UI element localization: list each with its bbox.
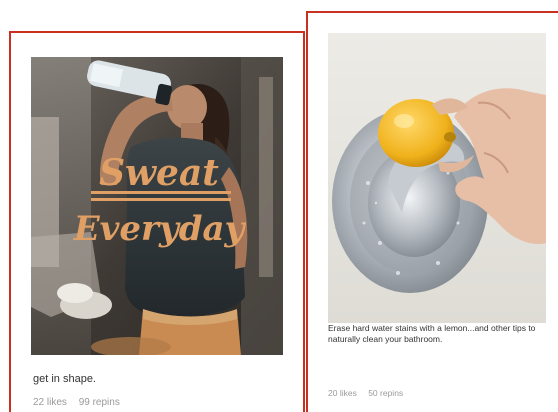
pin-stats: 22 likes 99 repins bbox=[33, 397, 120, 408]
lemon-faucet-photo bbox=[328, 33, 546, 323]
overlay-text-everyday: Everyday bbox=[73, 209, 247, 249]
pin-description: Erase hard water stains with a lemon...a… bbox=[328, 323, 536, 344]
likes-count[interactable]: 20 likes bbox=[328, 388, 357, 398]
pin-card-lemon-cleaning[interactable]: Erase hard water stains with a lemon...a… bbox=[306, 11, 558, 412]
repins-count[interactable]: 50 repins bbox=[368, 388, 403, 398]
pin-card-sweat-everyday[interactable]: Sweat Everyday get in shape. 22 likes 99… bbox=[9, 31, 305, 412]
likes-count[interactable]: 22 likes bbox=[33, 397, 67, 408]
pin-image-workout[interactable]: Sweat Everyday bbox=[31, 57, 283, 355]
repins-count[interactable]: 99 repins bbox=[79, 397, 120, 408]
pin-image-lemon-faucet[interactable] bbox=[328, 33, 546, 323]
workout-photo: Sweat Everyday bbox=[31, 57, 283, 355]
pin-stats: 20 likes 50 repins bbox=[328, 388, 403, 398]
overlay-text-sweat: Sweat bbox=[99, 152, 219, 194]
pin-description: get in shape. bbox=[33, 373, 96, 385]
pin-grid: Sweat Everyday get in shape. 22 likes 99… bbox=[0, 0, 558, 412]
